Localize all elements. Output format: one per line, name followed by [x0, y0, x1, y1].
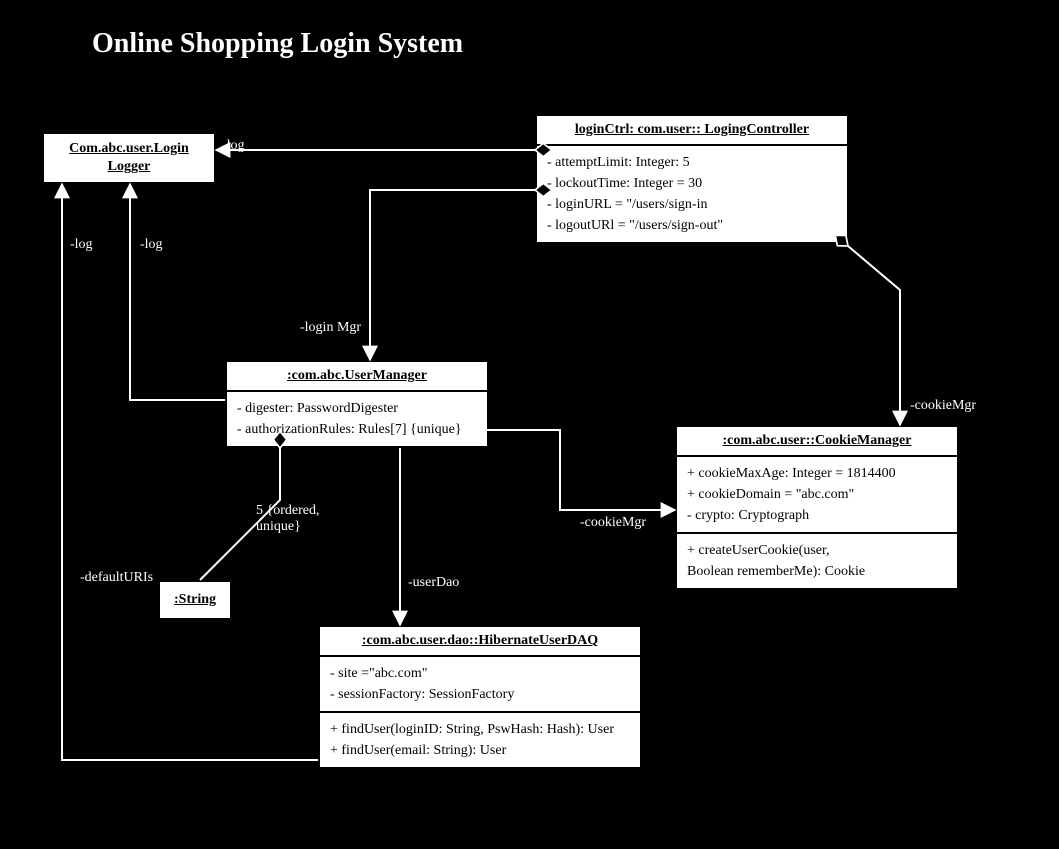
- hibernate-title: :com.abc.user.dao::HibernateUserDAQ: [320, 627, 640, 657]
- label-login-mgr: -login Mgr: [300, 320, 361, 336]
- attr: - lockoutTime: Integer = 30: [547, 173, 837, 194]
- label-ordered: 5 {ordered, unique}: [256, 503, 319, 535]
- cookie-manager-attrs: + cookieMaxAge: Integer = 1814400 + cook…: [677, 457, 957, 534]
- class-login-logger: Com.abc.user.Login Logger: [42, 132, 216, 184]
- op: + findUser(email: String): User: [330, 740, 630, 761]
- label-log: -log: [140, 237, 163, 253]
- attr: - sessionFactory: SessionFactory: [330, 684, 630, 705]
- attr: - loginURL = "/users/sign-in: [547, 194, 837, 215]
- attr: + cookieMaxAge: Integer = 1814400: [687, 463, 947, 484]
- class-string: :String: [158, 580, 232, 620]
- label-default-uris: -defaultURIs: [80, 570, 153, 586]
- login-controller-attrs: - attemptLimit: Integer: 5 - lockoutTime…: [537, 146, 847, 242]
- class-login-controller: loginCtrl: com.user:: LogingController -…: [535, 114, 849, 244]
- label-cookie-mgr: -cookieMgr: [910, 398, 976, 414]
- cookie-manager-title: :com.abc.user::CookieManager: [677, 427, 957, 457]
- attr: - crypto: Cryptograph: [687, 505, 947, 526]
- user-manager-title: :com.abc.UserManager: [227, 362, 487, 392]
- login-controller-title: loginCtrl: com.user:: LogingController: [537, 116, 847, 146]
- class-cookie-manager: :com.abc.user::CookieManager + cookieMax…: [675, 425, 959, 590]
- label-user-dao: -userDao: [408, 575, 459, 591]
- attr: + cookieDomain = "abc.com": [687, 484, 947, 505]
- op: + findUser(loginID: String, PswHash: Has…: [330, 719, 630, 740]
- label-cookie-mgr: -cookieMgr: [580, 515, 646, 531]
- class-user-manager: :com.abc.UserManager - digester: Passwor…: [225, 360, 489, 448]
- attr: - site ="abc.com": [330, 663, 630, 684]
- diagram-title: Online Shopping Login System: [92, 28, 463, 60]
- cookie-manager-ops: + createUserCookie(user, Boolean remembe…: [677, 534, 957, 588]
- attr: - authorizationRules: Rules[7] {unique}: [237, 419, 477, 440]
- attr: - logoutURl = "/users/sign-out": [547, 215, 837, 236]
- hibernate-ops: + findUser(loginID: String, PswHash: Has…: [320, 713, 640, 767]
- op: Boolean rememberMe): Cookie: [687, 561, 947, 582]
- attr: - attemptLimit: Integer: 5: [547, 152, 837, 173]
- user-manager-attrs: - digester: PasswordDigester - authoriza…: [227, 392, 487, 446]
- label-log: -log: [222, 138, 245, 154]
- label-log: -log: [70, 237, 93, 253]
- attr: - digester: PasswordDigester: [237, 398, 477, 419]
- login-logger-title: Com.abc.user.Login Logger: [44, 134, 214, 182]
- diagram-canvas: Online Shopping Login System Com.abc.use…: [0, 0, 1059, 849]
- hibernate-attrs: - site ="abc.com" - sessionFactory: Sess…: [320, 657, 640, 713]
- op: + createUserCookie(user,: [687, 540, 947, 561]
- class-hibernate-user-daq: :com.abc.user.dao::HibernateUserDAQ - si…: [318, 625, 642, 769]
